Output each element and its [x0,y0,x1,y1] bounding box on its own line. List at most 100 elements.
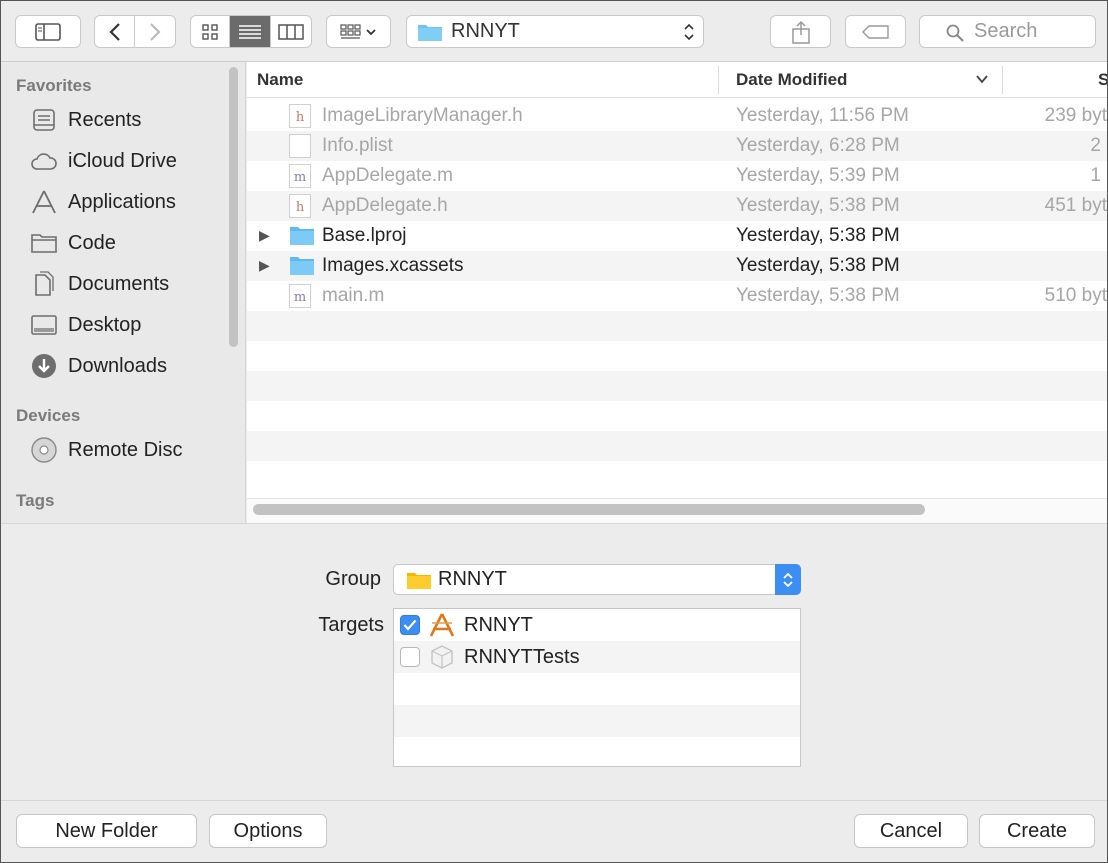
implementation-file-icon: m [289,284,311,308]
file-date: Yesterday, 5:38 PM [736,195,900,216]
sidebar-icon [35,22,61,41]
file-date: Yesterday, 5:38 PM [736,285,900,306]
file-name: Images.xcassets [322,255,464,276]
grid-icon [202,23,218,40]
date-column-header[interactable]: Date Modified [736,70,847,90]
create-button[interactable]: Create [979,814,1095,848]
folder-row[interactable]: ▶ Images.xcassets Yesterday, 5:38 PM [247,251,1107,281]
sidebar-item-documents[interactable]: Documents [29,269,169,299]
disclosure-triangle-icon[interactable]: ▶ [259,257,270,274]
test-bundle-icon [428,644,456,670]
columns-icon [278,23,304,40]
size-column-header[interactable]: S [1098,70,1107,90]
icon-view-button[interactable] [191,16,231,47]
disc-icon [29,436,59,464]
sidebar-item-label: Code [68,231,116,254]
file-row[interactable]: h AppDelegate.h Yesterday, 5:38 PM 451 b… [247,191,1107,221]
sidebar-scrollbar[interactable] [229,67,238,347]
sort-chevron-icon [976,75,988,84]
location-popup[interactable]: RNNYT [406,15,704,48]
tag-icon [861,24,889,39]
plist-file-icon [289,134,311,158]
implementation-file-icon: m [289,164,311,188]
list-view-button[interactable] [230,16,271,47]
sidebar-item-applications[interactable]: Applications [29,187,176,217]
folder-icon [289,255,314,279]
sidebar-item-label: Downloads [68,354,167,377]
view-mode-control [190,15,312,48]
empty-row [247,341,1107,371]
empty-row [247,431,1107,461]
file-name: Base.lproj [322,225,407,246]
file-row[interactable]: h ImageLibraryManager.h Yesterday, 11:56… [247,101,1107,131]
file-date: Yesterday, 5:39 PM [736,165,900,186]
disclosure-triangle-icon[interactable]: ▶ [259,227,270,244]
app-target-icon [428,612,456,638]
file-size: 239 byt [1044,105,1107,126]
file-name: Info.plist [322,135,393,156]
sidebar-toggle-button[interactable] [15,15,81,48]
checkmark-icon [403,619,417,631]
target-checkbox[interactable] [400,615,420,635]
documents-icon [29,270,59,298]
horizontal-scrollbar[interactable] [253,504,925,515]
list-icon [239,24,261,39]
sidebar-item-label: Recents [68,108,142,131]
column-divider[interactable] [718,66,719,94]
chevron-left-icon [108,22,120,41]
target-checkbox[interactable] [400,647,420,667]
cancel-button[interactable]: Cancel [854,814,968,848]
file-row[interactable]: Info.plist Yesterday, 6:28 PM 2 [247,131,1107,161]
button-bar: New Folder Options Cancel Create [1,800,1107,862]
empty-row [247,461,1107,491]
folder-row[interactable]: ▶ Base.lproj Yesterday, 5:38 PM [247,221,1107,251]
group-popup[interactable]: RNNYT [393,564,801,595]
name-column-header[interactable]: Name [257,70,303,90]
sidebar-item-desktop[interactable]: Desktop [29,310,141,340]
new-folder-button[interactable]: New Folder [16,814,197,848]
tag-button[interactable] [845,15,906,48]
header-file-icon: h [289,194,311,218]
file-row[interactable]: m AppDelegate.m Yesterday, 5:39 PM 1 [247,161,1107,191]
applications-icon [29,188,59,216]
file-name: ImageLibraryManager.h [322,105,523,126]
sidebar-item-recents[interactable]: Recents [29,105,141,135]
sidebar-item-label: Documents [68,272,170,295]
folder-icon [29,229,59,257]
back-forward-control [94,15,176,48]
sidebar-item-remote-disc[interactable]: Remote Disc [29,435,182,465]
downloads-icon [29,352,59,380]
back-button[interactable] [95,16,136,47]
folder-icon [289,225,314,249]
sidebar-item-downloads[interactable]: Downloads [29,351,167,381]
empty-row [247,311,1107,341]
forward-button[interactable] [135,16,175,47]
file-size: 1 [1090,165,1101,186]
file-date: Yesterday, 5:38 PM [736,225,900,246]
updown-chevron-icon [775,564,801,595]
sidebar: Favorites Recents iCloud Drive Applicati… [1,62,246,523]
group-label: Group [325,568,381,590]
targets-list: RNNYT RNNYTTests [393,608,801,767]
search-placeholder: Search [974,20,1038,42]
file-row[interactable]: m main.m Yesterday, 5:38 PM 510 byt [247,281,1107,311]
arrange-icon [339,23,376,39]
sidebar-item-label: Remote Disc [68,438,183,461]
column-view-button[interactable] [271,16,311,47]
devices-header: Devices [16,406,81,425]
sidebar-item-label: Desktop [68,313,142,336]
file-size: 510 byt [1044,285,1107,306]
share-button[interactable] [770,15,831,48]
sidebar-item-icloud-drive[interactable]: iCloud Drive [29,146,177,176]
column-divider[interactable] [1002,66,1003,94]
options-button[interactable]: Options [209,814,327,848]
favorites-header: Favorites [16,76,92,95]
folder-icon [418,24,442,41]
sidebar-item-code[interactable]: Code [29,228,116,258]
sidebar-item-label: iCloud Drive [68,149,177,172]
arrange-button[interactable] [326,15,391,48]
file-name: AppDelegate.m [322,165,453,186]
search-field[interactable]: Search [919,15,1096,48]
empty-row [394,705,800,737]
recents-icon [29,106,59,134]
